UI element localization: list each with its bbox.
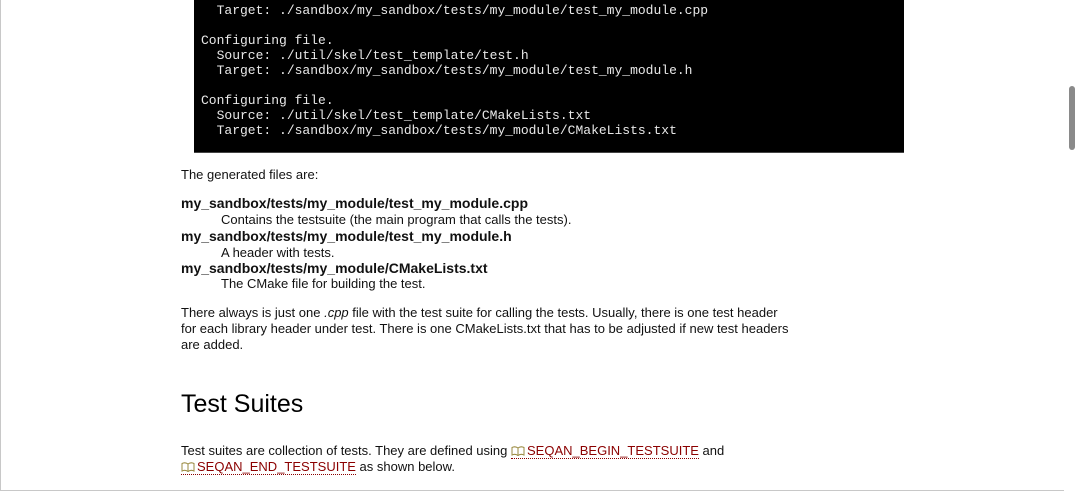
code-line: Configuring file. — [201, 33, 334, 48]
paragraph-text: file with the test suite for calling the… — [348, 305, 778, 320]
paragraph-line: are added. — [181, 337, 244, 352]
intro-text: The generated files are: — [181, 167, 319, 182]
link-label: SEQAN_BEGIN_TESTSUITE — [527, 443, 699, 458]
book-icon — [181, 462, 195, 472]
code-block: Target: ./sandbox/my_sandbox/tests/my_mo… — [194, 0, 904, 153]
explanation-paragraph: There always is just one .cpp file with … — [181, 305, 905, 353]
code-line: Target: ./sandbox/my_sandbox/tests/my_mo… — [201, 63, 693, 78]
code-line: Configuring file. — [201, 93, 334, 108]
section-heading: Test Suites — [181, 390, 304, 418]
file-term: my_sandbox/tests/my_module/test_my_modul… — [181, 195, 528, 211]
paragraph-text: Test suites are collection of tests. The… — [181, 443, 511, 458]
document-page: Target: ./sandbox/my_sandbox/tests/my_mo… — [0, 0, 1079, 491]
cpp-emphasis: .cpp — [324, 305, 349, 320]
vertical-scrollbar[interactable] — [1064, 0, 1079, 492]
code-line: Target: ./sandbox/my_sandbox/tests/my_mo… — [201, 3, 709, 18]
paragraph-line: SEQAN_END_TESTSUITE as shown below. — [181, 459, 905, 475]
file-description: A header with tests. — [221, 245, 335, 260]
section-paragraph: Test suites are collection of tests. The… — [181, 443, 905, 475]
link-label: SEQAN_END_TESTSUITE — [197, 459, 356, 474]
paragraph-text: as shown below. — [355, 459, 455, 474]
file-description: The CMake file for building the test. — [221, 276, 426, 291]
code-line: Target: ./sandbox/my_sandbox/tests/my_mo… — [201, 123, 677, 138]
scrollbar-thumb[interactable] — [1069, 86, 1075, 150]
end-testsuite-link[interactable]: SEQAN_END_TESTSUITE — [181, 459, 356, 475]
begin-testsuite-link[interactable]: SEQAN_BEGIN_TESTSUITE — [511, 443, 699, 459]
paragraph-text: There always is just one — [181, 305, 325, 320]
file-term: my_sandbox/tests/my_module/CMakeLists.tx… — [181, 260, 488, 276]
book-icon — [511, 446, 525, 456]
paragraph-line: Test suites are collection of tests. The… — [181, 443, 905, 459]
paragraph-text: and — [698, 443, 725, 458]
paragraph-line: There always is just one .cpp file with … — [181, 305, 905, 321]
file-term: my_sandbox/tests/my_module/test_my_modul… — [181, 228, 512, 244]
code-line: Source: ./util/skel/test_template/test.h — [201, 48, 529, 63]
paragraph-line: for each library header under test. Ther… — [181, 321, 789, 336]
file-description: Contains the testsuite (the main program… — [221, 212, 572, 227]
code-line: Source: ./util/skel/test_template/CMakeL… — [201, 108, 592, 123]
